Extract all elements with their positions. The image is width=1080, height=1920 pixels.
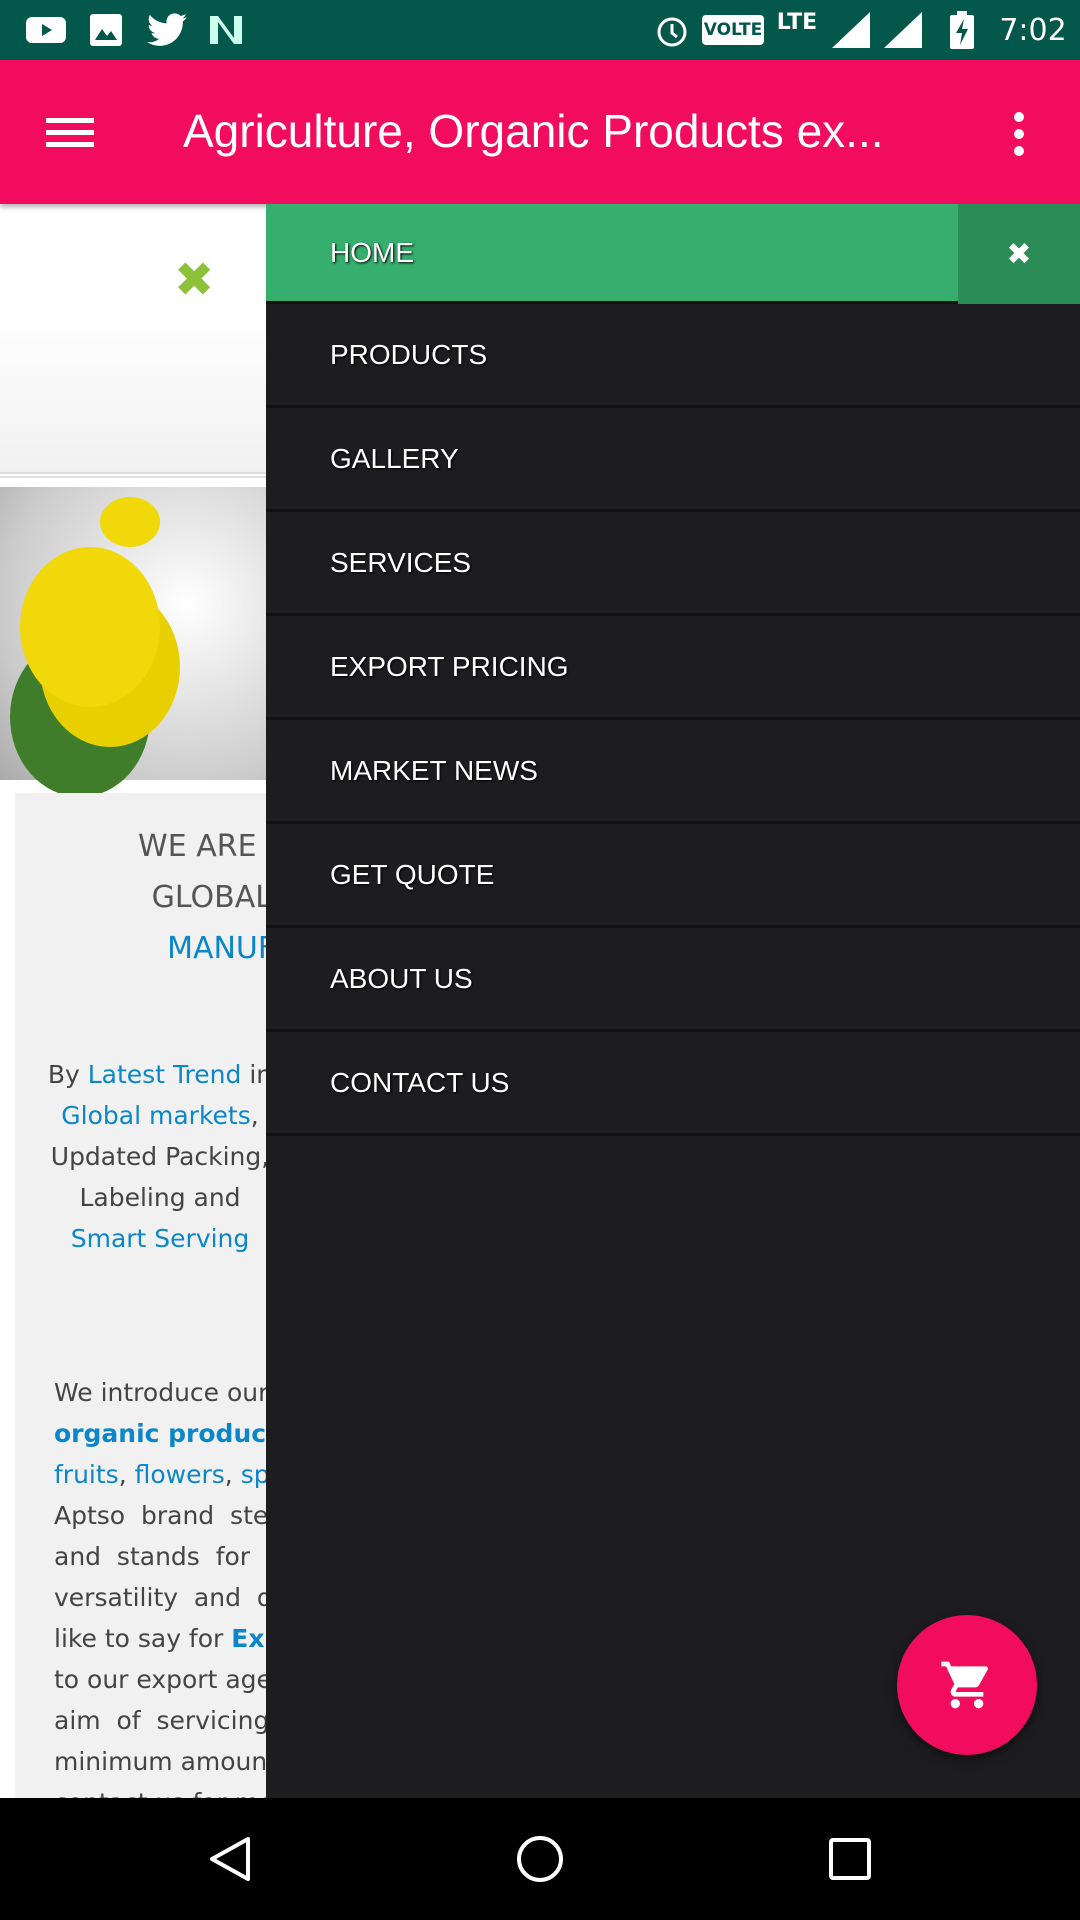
youtube-icon bbox=[26, 12, 66, 48]
gallery-icon bbox=[90, 12, 122, 48]
link-flowers[interactable]: flowers bbox=[135, 1460, 225, 1489]
close-icon: ✖ bbox=[1006, 236, 1032, 272]
text: By bbox=[47, 1060, 80, 1089]
link-fruits[interactable]: fruits bbox=[54, 1460, 119, 1489]
signal-icon bbox=[832, 12, 870, 48]
text: Updated Packing, Labeling and bbox=[50, 1142, 270, 1212]
alarm-icon bbox=[654, 12, 690, 48]
menu-icon[interactable] bbox=[46, 118, 94, 148]
menu-item-services[interactable]: SERVICES bbox=[266, 512, 1080, 616]
signal-icon-2 bbox=[884, 12, 922, 48]
menu-item-gallery[interactable]: GALLERY bbox=[266, 408, 1080, 512]
text: like to say for bbox=[54, 1624, 224, 1653]
text: , bbox=[250, 1101, 259, 1130]
n-icon bbox=[208, 12, 244, 48]
menu-item-label: MARKET NEWS bbox=[330, 754, 538, 786]
menu-item-label: SERVICES bbox=[330, 546, 472, 578]
menu-item-label: GALLERY bbox=[330, 442, 459, 474]
menu-item-label: CONTACT US bbox=[330, 1066, 510, 1098]
back-icon[interactable] bbox=[206, 1835, 254, 1883]
status-bar: VOLTE LTE 7:02 bbox=[0, 0, 1080, 60]
menu-item-contact-us[interactable]: CONTACT US bbox=[266, 1032, 1080, 1136]
battery-charging-icon bbox=[950, 11, 974, 49]
menu-item-about-us[interactable]: ABOUT US bbox=[266, 928, 1080, 1032]
menu-item-home[interactable]: HOME bbox=[266, 204, 958, 304]
menu-item-export-pricing[interactable]: EXPORT PRICING bbox=[266, 616, 1080, 720]
drawer-close-button[interactable]: ✖ bbox=[958, 204, 1080, 304]
twitter-icon bbox=[147, 12, 187, 48]
more-options-icon[interactable] bbox=[1014, 112, 1028, 163]
system-nav-bar bbox=[0, 1798, 1080, 1920]
nav-drawer: HOME ✖ PRODUCTS GALLERY SERVICES EXPORT … bbox=[266, 204, 1080, 1798]
cart-icon bbox=[941, 1661, 988, 1709]
link-latest-trend[interactable]: Latest Trend bbox=[88, 1060, 242, 1089]
link-organic-products[interactable]: organic products bbox=[54, 1419, 293, 1448]
close-icon[interactable]: ✖ bbox=[174, 252, 214, 308]
menu-item-market-news[interactable]: MARKET NEWS bbox=[266, 720, 1080, 824]
menu-item-label: PRODUCTS bbox=[330, 338, 488, 370]
tagline: By Latest Trend in Global markets, Updat… bbox=[45, 1054, 275, 1259]
recents-icon[interactable] bbox=[828, 1837, 872, 1881]
clock: 7:02 bbox=[999, 12, 1067, 48]
link-smart-serving[interactable]: Smart Serving bbox=[71, 1224, 250, 1253]
menu-item-label: EXPORT PRICING bbox=[330, 650, 569, 682]
app-toolbar: Agriculture, Organic Products ex... bbox=[0, 60, 1080, 204]
menu-item-label: ABOUT US bbox=[330, 962, 473, 994]
network-type: LTE bbox=[776, 9, 818, 35]
menu-item-get-quote[interactable]: GET QUOTE bbox=[266, 824, 1080, 928]
menu-item-label: HOME bbox=[330, 236, 414, 268]
cart-button[interactable] bbox=[897, 1615, 1037, 1755]
menu-item-products[interactable]: PRODUCTS bbox=[266, 304, 1080, 408]
page-title: Agriculture, Organic Products ex... bbox=[183, 105, 884, 157]
menu-item-label: GET QUOTE bbox=[330, 858, 495, 890]
volte-badge: VOLTE bbox=[702, 15, 764, 45]
link-global-markets[interactable]: Global markets bbox=[61, 1101, 250, 1130]
flower-image bbox=[0, 487, 266, 780]
home-icon[interactable] bbox=[516, 1835, 564, 1883]
